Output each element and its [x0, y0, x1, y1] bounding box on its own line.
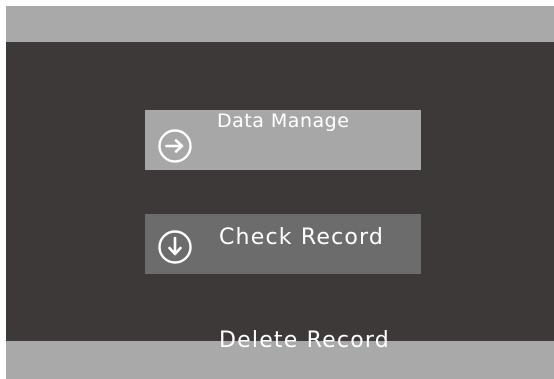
- top-bar: [6, 6, 554, 42]
- menu-item-label: Check Record: [219, 225, 385, 250]
- menu-item-data-manage[interactable]: Data Manage: [145, 110, 421, 170]
- arrow-right-circle-icon: [157, 128, 193, 164]
- device-screen: Data Manage Check Record Delete Record: [6, 6, 554, 379]
- arrow-down-circle-icon: [157, 229, 193, 265]
- menu-item-label: Data Manage: [217, 110, 350, 132]
- menu-item-delete-record[interactable]: Delete Record: [219, 328, 390, 353]
- menu-item-check-record[interactable]: Check Record: [145, 214, 421, 274]
